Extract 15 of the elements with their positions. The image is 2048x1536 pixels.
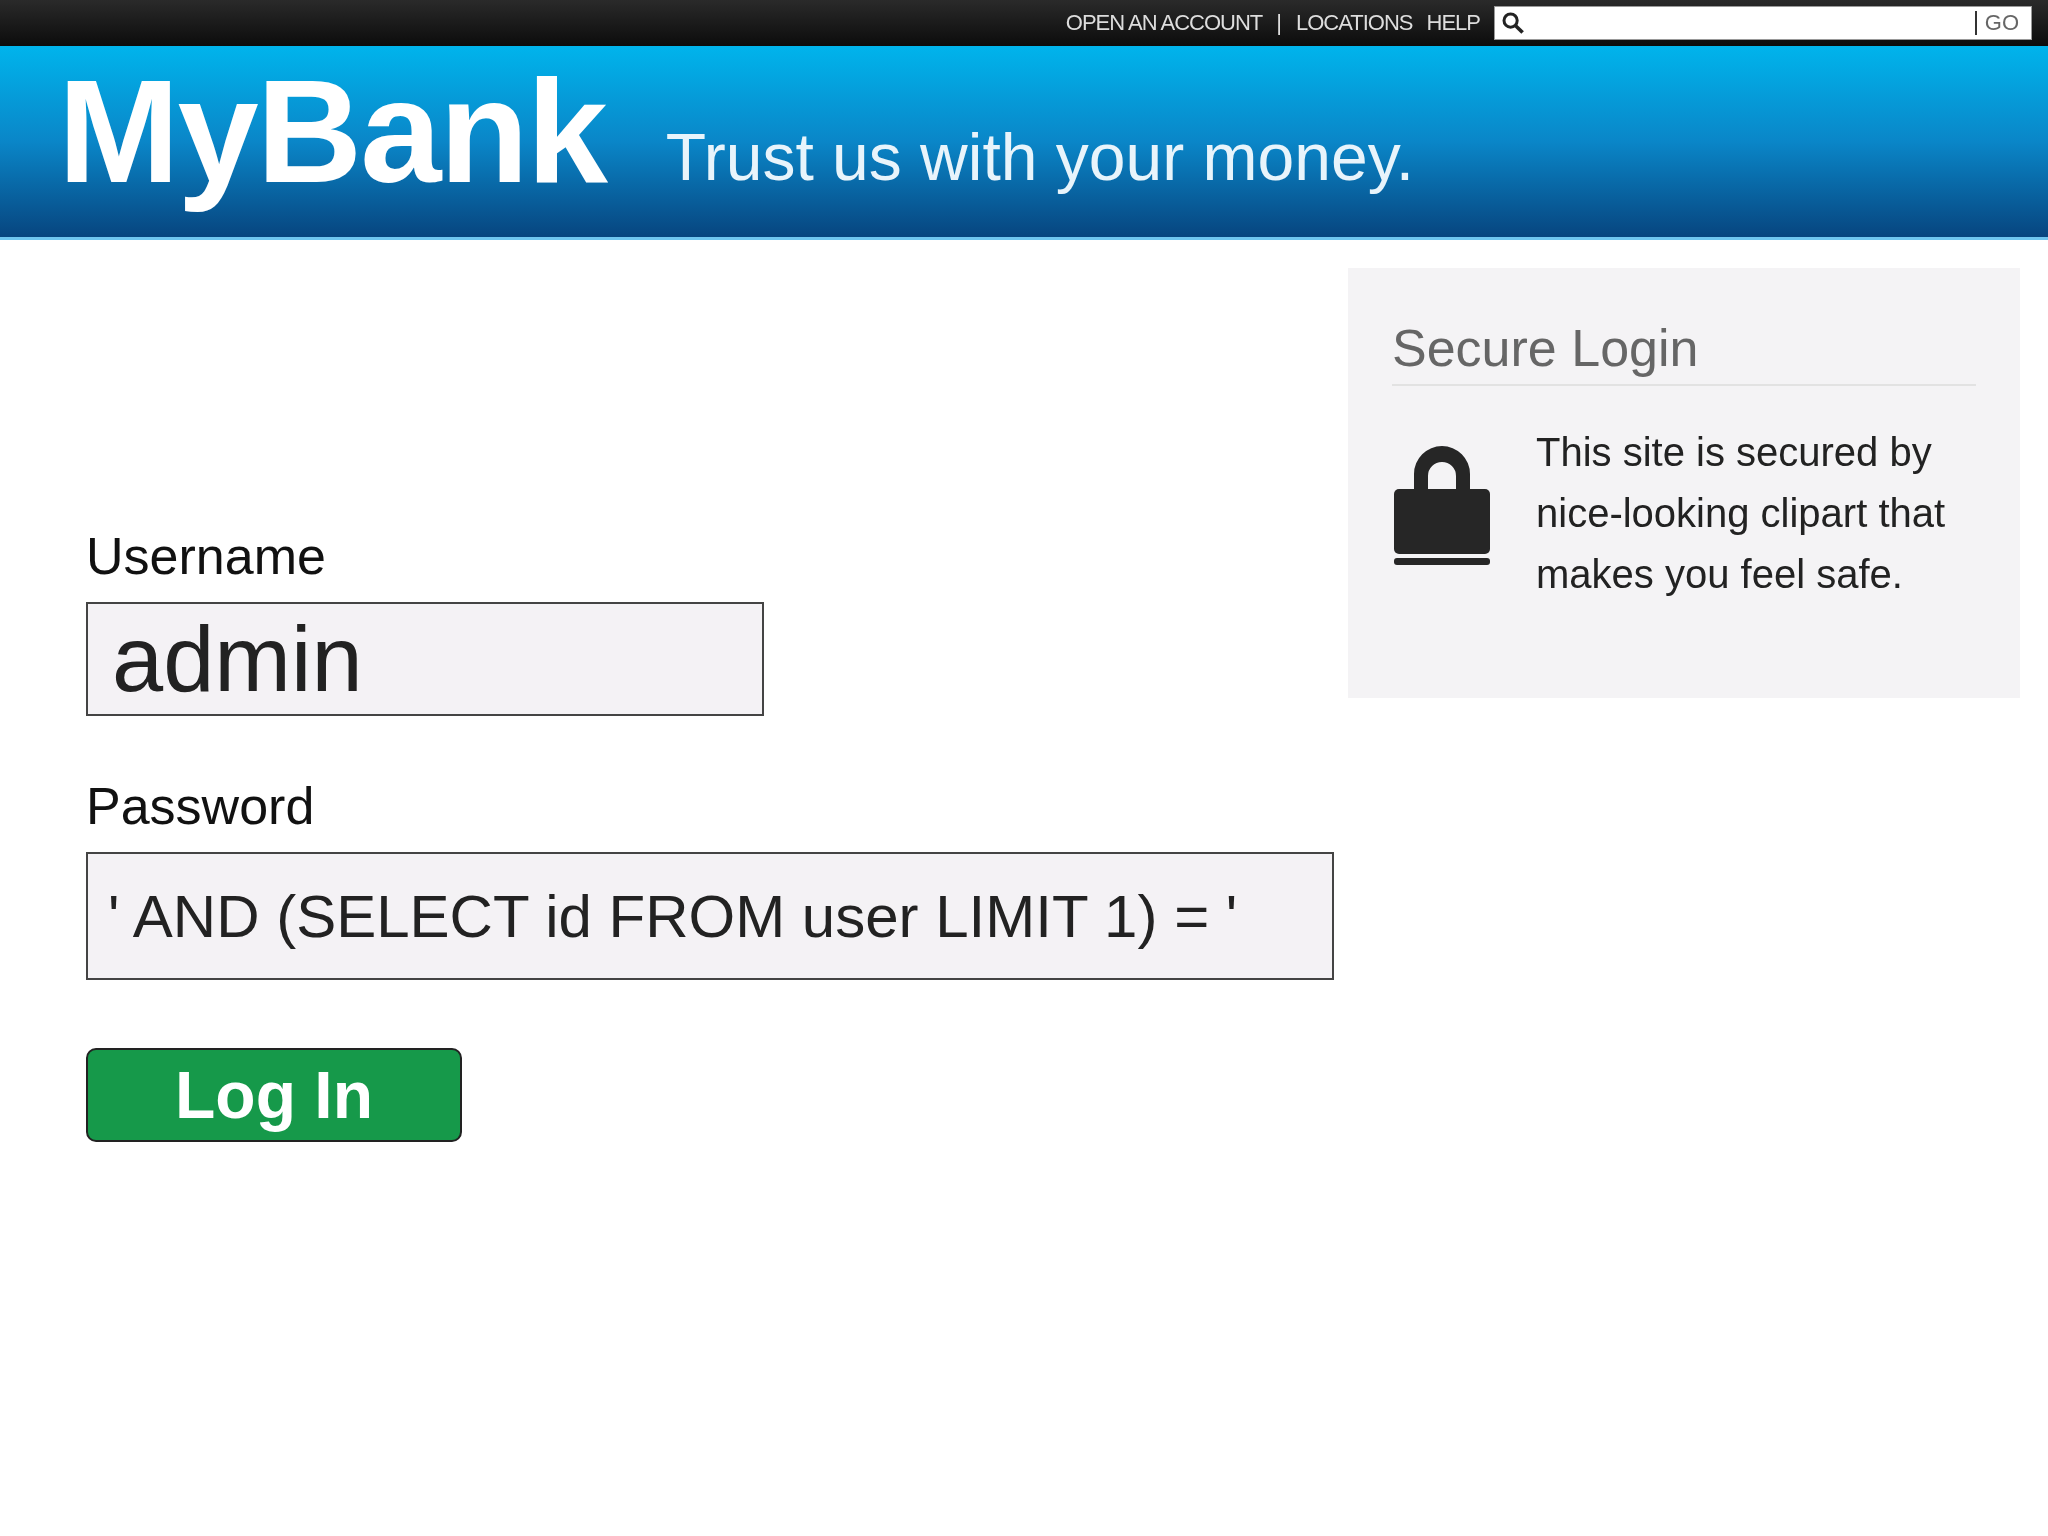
search-field[interactable]: GO: [1494, 6, 2032, 40]
nav-link[interactable]: OPEN AN ACCOUNT: [1065, 10, 1263, 36]
field-label: Password: [86, 776, 315, 836]
input-field[interactable]: ' AND (SELECT id FROM user LIMIT 1) = ': [86, 852, 1334, 980]
panel-title: Secure Login: [1392, 318, 1976, 386]
tagline: Trust us with your money.: [665, 119, 1415, 196]
nav-separator: |: [1276, 10, 1282, 36]
nav-link[interactable]: LOCATIONS: [1296, 10, 1413, 36]
search-icon: [1501, 11, 1525, 35]
nav-link[interactable]: HELP: [1426, 10, 1480, 36]
login-button[interactable]: Log In: [86, 1048, 462, 1142]
input-field[interactable]: admin: [86, 602, 764, 716]
field-label: Username: [86, 526, 326, 586]
logo: MyBank: [58, 48, 606, 215]
security-note: This site is secured by nice-looking clipart that makes you feel safe.: [1536, 429, 1947, 598]
